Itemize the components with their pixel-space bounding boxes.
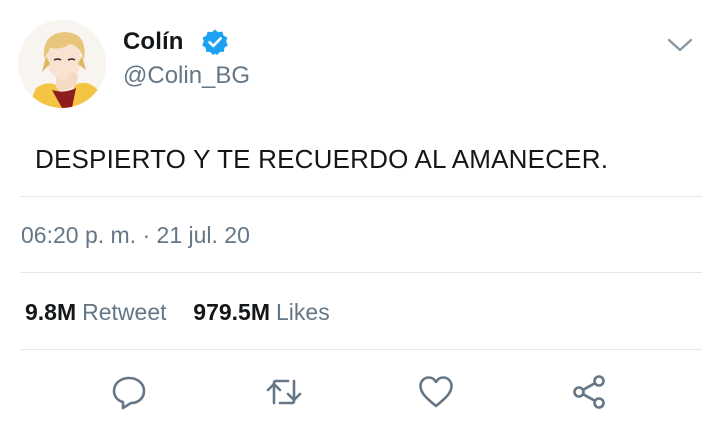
tweet-timestamp[interactable]: 06:20 p. m. · 21 jul. 20 — [21, 222, 250, 249]
engagement-stats: 9.8M Retweet 979.5M Likes — [25, 299, 330, 326]
divider — [20, 349, 702, 350]
reply-icon — [112, 376, 146, 410]
share-button[interactable] — [569, 372, 609, 412]
chevron-down-icon[interactable] — [664, 32, 696, 58]
verified-badge-icon — [201, 28, 229, 56]
retweet-icon — [266, 379, 302, 405]
share-icon — [573, 375, 605, 409]
author-name[interactable]: Colín — [123, 28, 184, 56]
tweet-time: 06:20 p. m. — [21, 222, 137, 248]
retweets-count: 9.8M — [25, 299, 77, 325]
like-button[interactable] — [416, 372, 456, 412]
retweet-button[interactable] — [264, 372, 304, 412]
likes-label: Likes — [276, 299, 330, 325]
divider — [20, 272, 702, 273]
tweet-card: Colín @Colin_BG DESPIERTO Y TE RECUERDO … — [0, 0, 720, 436]
retweets-stat[interactable]: 9.8M Retweet — [25, 299, 173, 325]
reply-button[interactable] — [109, 372, 149, 412]
retweets-label: Retweet — [82, 299, 167, 325]
likes-stat[interactable]: 979.5M Likes — [187, 299, 330, 325]
likes-count: 979.5M — [193, 299, 271, 325]
author-handle[interactable]: @Colin_BG — [123, 62, 250, 90]
avatar[interactable] — [18, 20, 106, 108]
tweet-text: DESPIERTO Y TE RECUERDO AL AMANECER. — [35, 144, 609, 174]
tweet-date: 21 jul. 20 — [156, 222, 250, 248]
heart-icon — [419, 376, 453, 408]
timestamp-separator: · — [142, 222, 151, 248]
divider — [20, 196, 702, 197]
